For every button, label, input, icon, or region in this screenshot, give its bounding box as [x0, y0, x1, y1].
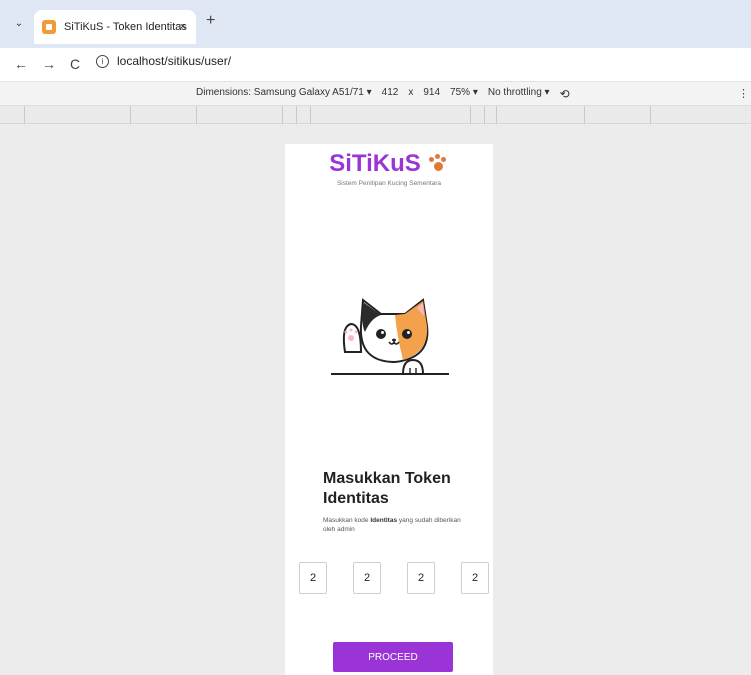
throttling-select[interactable]: No throttling ▾ — [488, 87, 550, 101]
token-digit-input[interactable]: 2 — [461, 562, 489, 594]
tab-bar: ⌄ SiTiKuS - Token Identitas × + — [0, 0, 751, 48]
waving-cat-illustration — [331, 298, 449, 375]
proceed-button[interactable]: PROCEED — [333, 642, 453, 672]
token-instructions: Masukkan kode Identitas yang sudah diber… — [323, 517, 461, 533]
new-tab-button[interactable]: + — [206, 12, 215, 30]
site-favicon-icon — [42, 20, 56, 34]
device-select[interactable]: Dimensions: Samsung Galaxy A51/71 ▾ — [196, 87, 372, 101]
page-title: Masukkan Token Identitas — [323, 470, 451, 507]
token-digit-input[interactable]: 2 — [299, 562, 327, 594]
token-input-group: 2 2 2 2 — [299, 562, 489, 594]
reload-icon[interactable]: C — [70, 56, 80, 72]
token-digit-input[interactable]: 2 — [353, 562, 381, 594]
dimension-separator: x — [408, 87, 414, 98]
paw-icon — [427, 153, 449, 175]
brand-subtitle: Sistem Penitipan Kucing Sementara — [336, 180, 442, 187]
browser-tab[interactable]: SiTiKuS - Token Identitas × — [34, 10, 196, 44]
brand-title: SiTiKuS — [329, 150, 421, 177]
device-viewport: SiTiKuS Sistem Penitipan Kucing Sementar… — [0, 124, 751, 675]
token-digit-input[interactable]: 2 — [407, 562, 435, 594]
device-toolbar: Dimensions: Samsung Galaxy A51/71 ▾ 412 … — [0, 82, 751, 106]
address-bar: ← → C i localhost/sitikus/user/ — [0, 48, 751, 82]
brand-header: SiTiKuS Sistem Penitipan Kucing Sementar… — [285, 150, 493, 187]
device-width-field[interactable]: 412 — [382, 87, 399, 101]
more-options-icon[interactable]: ⋮ — [738, 87, 749, 100]
tab-title: SiTiKuS - Token Identitas — [64, 21, 187, 33]
close-tab-icon[interactable]: × — [180, 21, 186, 33]
rotate-icon[interactable]: ⟲ — [560, 87, 570, 101]
back-icon[interactable]: ← — [14, 56, 28, 72]
forward-icon[interactable]: → — [42, 56, 56, 72]
mobile-page: SiTiKuS Sistem Penitipan Kucing Sementar… — [285, 144, 493, 675]
zoom-select[interactable]: 75% ▾ — [450, 87, 478, 101]
device-height-field[interactable]: 914 — [423, 87, 440, 101]
url-field[interactable]: localhost/sitikus/user/ — [117, 54, 231, 68]
tab-search-icon[interactable]: ⌄ — [10, 14, 28, 32]
media-query-ruler — [0, 106, 751, 124]
site-info-icon[interactable]: i — [96, 54, 109, 68]
